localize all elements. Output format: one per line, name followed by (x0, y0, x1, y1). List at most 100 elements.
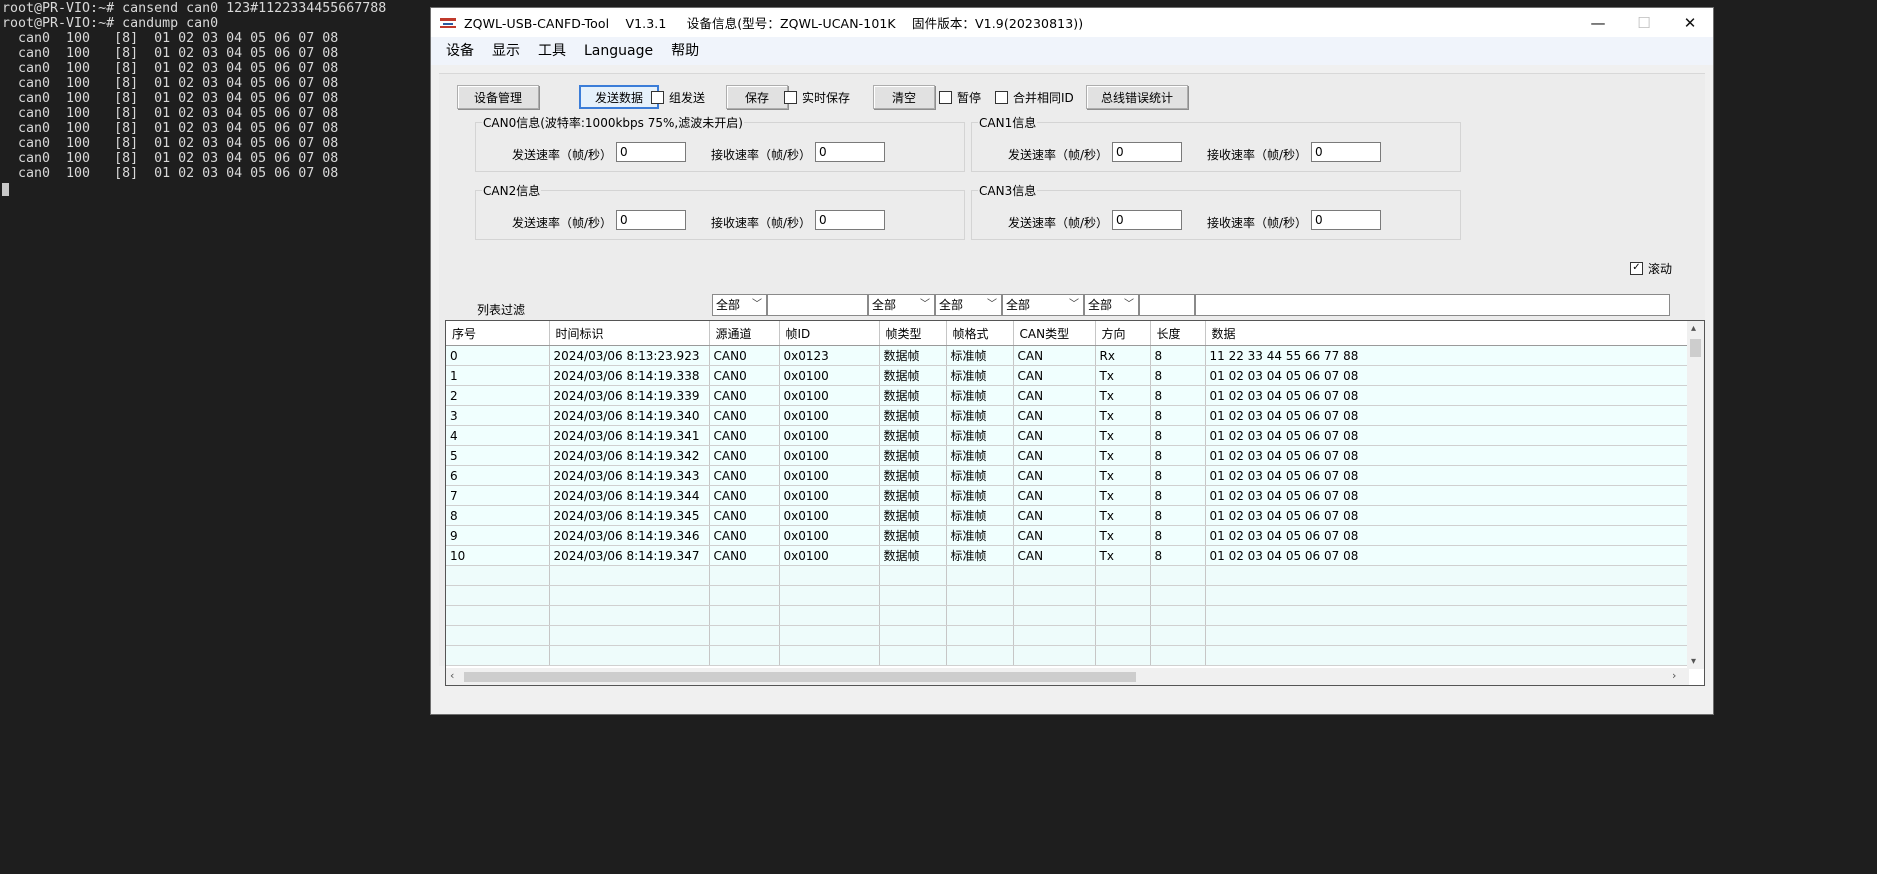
cell-source-channel: CAN0 (709, 485, 780, 506)
empty-cell (1150, 585, 1206, 606)
cell-source-channel: CAN0 (709, 405, 780, 426)
column-header-timestamp[interactable]: 时间标识 (549, 321, 710, 346)
filter-frame-type-select[interactable]: 全部 ﹀ (868, 294, 935, 316)
realtime-save-checkbox[interactable]: 实时保存 (784, 89, 850, 105)
column-header-length[interactable]: 长度 (1150, 321, 1206, 346)
column-header-frame-format[interactable]: 帧格式 (946, 321, 1014, 346)
cell-frame-id: 0x0100 (779, 465, 880, 486)
message-table[interactable]: 序号 时间标识 源通道 帧ID 帧类型 帧格式 CAN类型 方向 长度 数据 0 (445, 320, 1705, 686)
cell-timestamp: 2024/03/06 8:14:19.345 (549, 505, 710, 526)
horizontal-scrollbar[interactable]: ‹ › (446, 668, 1689, 685)
column-header-direction[interactable]: 方向 (1095, 321, 1151, 346)
menu-tools[interactable]: 工具 (529, 37, 575, 65)
cell-frame-id: 0x0100 (779, 505, 880, 526)
send-rate-label: 发送速率（帧/秒） (1008, 216, 1109, 230)
filter-channel-select[interactable]: 全部 ﹀ (712, 294, 767, 316)
column-header-frame-type[interactable]: 帧类型 (879, 321, 947, 346)
device-manage-button[interactable]: 设备管理 (457, 85, 539, 109)
table-row[interactable]: 9 2024/03/06 8:14:19.346 CAN0 0x0100 数据帧 标准帧 C… (446, 525, 1688, 546)
empty-cell (946, 625, 1014, 646)
cell-direction: Tx (1095, 385, 1151, 406)
terminal-pane[interactable]: root@PR-VIO:~# cansend can0 123#11223344… (0, 0, 430, 874)
table-row[interactable]: 6 2024/03/06 8:14:19.343 CAN0 0x0100 数据帧 标准帧 C… (446, 465, 1688, 486)
cell-frame-type: 数据帧 (879, 405, 947, 426)
cell-frame-type: 数据帧 (879, 485, 947, 506)
can3-send-rate-field: 0 (1112, 210, 1182, 230)
column-header-data[interactable]: 数据 (1205, 321, 1688, 346)
save-button[interactable]: 保存 (726, 85, 788, 109)
cell-index: 9 (446, 525, 550, 546)
menu-device[interactable]: 设备 (437, 37, 483, 65)
column-header-index[interactable]: 序号 (446, 321, 550, 346)
filter-id-input[interactable] (767, 294, 868, 316)
table-row[interactable]: 2 2024/03/06 8:14:19.339 CAN0 0x0100 数据帧 标准帧 C… (446, 385, 1688, 406)
cell-data: 01 02 03 04 05 06 07 08 (1205, 465, 1688, 486)
cell-index: 8 (446, 505, 550, 526)
cell-source-channel: CAN0 (709, 525, 780, 546)
cell-frame-format: 标准帧 (946, 405, 1014, 426)
terminal-line: can0 100 [8] 01 02 03 04 05 06 07 08 (2, 31, 339, 46)
table-row[interactable]: 5 2024/03/06 8:14:19.342 CAN0 0x0100 数据帧 标准帧 C… (446, 445, 1688, 466)
cell-direction: Tx (1095, 405, 1151, 426)
filter-length-input[interactable] (1139, 294, 1195, 316)
table-row[interactable]: 4 2024/03/06 8:14:19.341 CAN0 0x0100 数据帧 标准帧 C… (446, 425, 1688, 446)
menu-display[interactable]: 显示 (483, 37, 529, 65)
checked-icon: ✓ (1630, 261, 1643, 275)
minimize-button[interactable]: — (1575, 8, 1621, 37)
cell-source-channel: CAN0 (709, 465, 780, 486)
table-row[interactable]: 0 2024/03/06 8:13:23.923 CAN0 0x0123 数据帧 标准帧 C… (446, 345, 1688, 366)
scroll-left-icon[interactable]: ‹ (450, 669, 454, 682)
empty-cell (709, 605, 780, 626)
bus-error-stats-button[interactable]: 总线错误统计 (1086, 85, 1188, 109)
table-row[interactable]: 3 2024/03/06 8:14:19.340 CAN0 0x0100 数据帧 标准帧 C… (446, 405, 1688, 426)
table-row[interactable]: 8 2024/03/06 8:14:19.345 CAN0 0x0100 数据帧 标准帧 C… (446, 505, 1688, 526)
column-header-frame-id[interactable]: 帧ID (779, 321, 880, 346)
cell-frame-type: 数据帧 (879, 525, 947, 546)
cell-frame-type: 数据帧 (879, 465, 947, 486)
empty-cell (446, 625, 550, 646)
filter-frame-format-select[interactable]: 全部 ﹀ (935, 294, 1002, 316)
filter-can-type-select[interactable]: 全部 ﹀ (1002, 294, 1084, 316)
column-header-source-channel[interactable]: 源通道 (709, 321, 780, 346)
cell-source-channel: CAN0 (709, 345, 780, 366)
send-data-button[interactable]: 发送数据 (579, 85, 659, 109)
menu-help[interactable]: 帮助 (662, 37, 708, 65)
cell-timestamp: 2024/03/06 8:13:23.923 (549, 345, 710, 366)
maximize-button[interactable]: ☐ (1621, 8, 1667, 37)
cell-source-channel: CAN0 (709, 505, 780, 526)
chevron-down-icon: ﹀ (920, 299, 930, 310)
cell-frame-type: 数据帧 (879, 505, 947, 526)
cell-length: 8 (1150, 365, 1206, 386)
scroll-down-icon[interactable]: ▾ (1691, 656, 1696, 667)
pause-checkbox[interactable]: 暂停 (939, 89, 981, 105)
vertical-scrollbar[interactable]: ▴ ▾ (1687, 321, 1704, 669)
table-row[interactable]: 7 2024/03/06 8:14:19.344 CAN0 0x0100 数据帧 标准帧 C… (446, 485, 1688, 506)
table-row[interactable]: 1 2024/03/06 8:14:19.338 CAN0 0x0100 数据帧 标准帧 C… (446, 365, 1688, 386)
scroll-right-icon[interactable]: › (1672, 669, 1676, 682)
terminal-line: can0 100 [8] 01 02 03 04 05 06 07 08 (2, 136, 339, 151)
can2-recv-rate-field: 0 (815, 210, 885, 230)
table-row[interactable]: 10 2024/03/06 8:14:19.347 CAN0 0x0100 数据帧 标准帧… (446, 545, 1688, 566)
column-header-can-type[interactable]: CAN类型 (1013, 321, 1096, 346)
close-button[interactable]: ✕ (1667, 8, 1713, 37)
cell-length: 8 (1150, 405, 1206, 426)
merge-id-checkbox[interactable]: 合并相同ID (995, 89, 1074, 105)
send-rate-label: 发送速率（帧/秒） (1008, 148, 1109, 162)
scroll-thumb[interactable] (1690, 339, 1701, 357)
filter-direction-select[interactable]: 全部 ﹀ (1084, 294, 1139, 316)
scroll-thumb[interactable] (464, 672, 1136, 682)
group-send-checkbox[interactable]: 组发送 (651, 89, 705, 105)
cell-length: 8 (1150, 385, 1206, 406)
cell-frame-format: 标准帧 (946, 485, 1014, 506)
cell-data: 01 02 03 04 05 06 07 08 (1205, 425, 1688, 446)
cell-index: 6 (446, 465, 550, 486)
clear-button[interactable]: 清空 (873, 85, 935, 109)
scroll-up-icon[interactable]: ▴ (1691, 323, 1696, 334)
can0-info-group: CAN0信息(波特率:1000kbps 75%,滤波未开启) 发送速率（帧/秒）… (475, 114, 965, 172)
empty-table-row (446, 585, 1688, 606)
empty-cell (1150, 605, 1206, 626)
filter-data-input[interactable] (1195, 294, 1670, 316)
auto-scroll-checkbox[interactable]: ✓ 滚动 (1630, 260, 1672, 276)
menu-language[interactable]: Language (575, 37, 662, 65)
title-bar[interactable]: ZQWL-USB-CANFD-Tool V1.3.1 设备信息(型号：ZQWL-… (431, 8, 1713, 37)
